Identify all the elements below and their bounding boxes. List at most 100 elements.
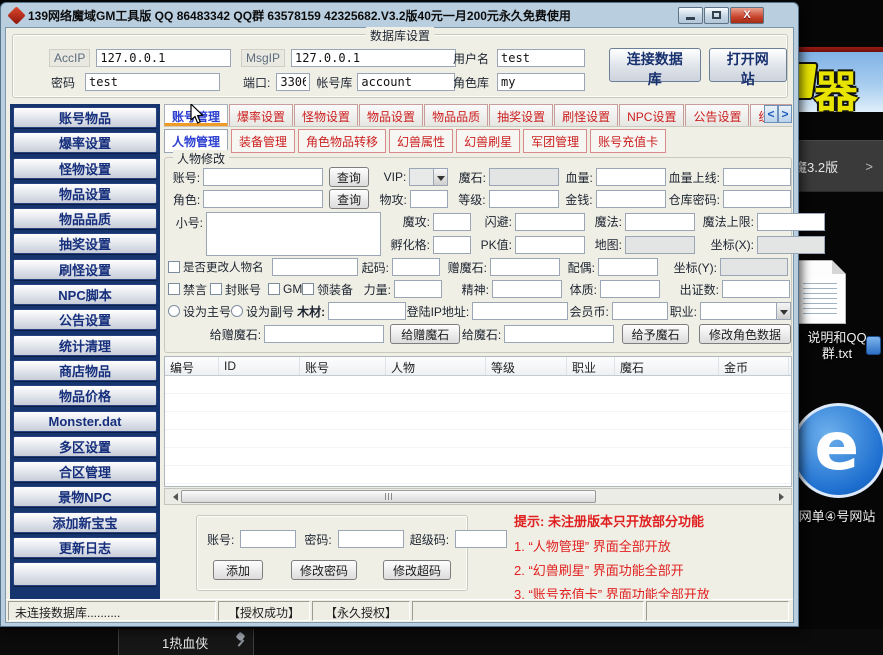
tab-row1-1[interactable]: 爆率设置	[229, 104, 293, 126]
mute-checkbox[interactable]	[168, 283, 180, 295]
accip-input[interactable]	[96, 49, 231, 67]
sidebar-item-13[interactable]: 多区设置	[13, 436, 157, 457]
table-header-7[interactable]: 金币	[719, 357, 789, 375]
set-sub-radio-group[interactable]: 设为副号	[231, 303, 294, 320]
dodge-input[interactable]	[515, 213, 585, 231]
spirit-input[interactable]	[492, 280, 562, 298]
table-header-4[interactable]: 等级	[486, 357, 567, 375]
sidebar-item-18[interactable]	[13, 562, 157, 586]
gm-checkbox-group[interactable]: GM	[268, 282, 302, 296]
sidebar-item-17[interactable]: 更新日志	[13, 537, 157, 558]
folder-label[interactable]: 1热血侠	[162, 633, 208, 652]
modify-role-data-button[interactable]: 修改角色数据	[699, 324, 791, 344]
gm-checkbox[interactable]	[268, 283, 280, 295]
sidebar-item-12[interactable]: Monster.dat	[13, 411, 157, 432]
open-website-button[interactable]: 打开网站	[709, 48, 787, 82]
moshi-input[interactable]	[489, 168, 559, 186]
tab-row2-3[interactable]: 幻兽属性	[389, 129, 453, 153]
change-password-button[interactable]: 修改密码	[291, 560, 357, 580]
connect-db-button[interactable]: 连接数据库	[609, 48, 701, 82]
tab-row1-7[interactable]: NPC设置	[619, 104, 684, 126]
set-sub-radio[interactable]	[231, 305, 243, 317]
give-moshi-button[interactable]: 给予魔石	[622, 324, 689, 344]
qima-input[interactable]	[392, 258, 440, 276]
tab-row2-2[interactable]: 角色物品转移	[298, 129, 386, 153]
tab-scroll-left-icon[interactable]: <	[764, 105, 778, 123]
sidebar-item-11[interactable]: 物品价格	[13, 385, 157, 406]
text-file-icon[interactable]	[796, 260, 846, 324]
tab-scroll-right-icon[interactable]: >	[778, 105, 792, 123]
role-db-input[interactable]	[497, 73, 585, 91]
acct-supercode-input[interactable]	[455, 530, 507, 548]
minimize-button[interactable]	[678, 7, 703, 24]
add-account-button[interactable]: 添加	[213, 560, 263, 580]
query-role-button[interactable]: 查询	[329, 189, 369, 209]
scroll-left-arrow-icon[interactable]	[165, 489, 181, 504]
member-coin-input[interactable]	[612, 302, 668, 320]
sidebar-item-9[interactable]: 统计清理	[13, 335, 157, 356]
set-main-radio-group[interactable]: 设为主号	[168, 303, 231, 320]
table-header-6[interactable]: 魔石	[615, 357, 719, 375]
table-header-1[interactable]: ID	[219, 357, 300, 375]
tab-row1-3[interactable]: 物品设置	[359, 104, 423, 126]
gift-moshi-count-input[interactable]	[490, 258, 560, 276]
chuzheng-input[interactable]	[722, 280, 790, 298]
username-input[interactable]	[497, 49, 585, 67]
scroll-right-arrow-icon[interactable]	[775, 489, 791, 504]
sidebar-item-3[interactable]: 物品设置	[13, 183, 157, 204]
spouse-input[interactable]	[598, 258, 658, 276]
query-account-button[interactable]: 查询	[329, 167, 369, 187]
table-header-0[interactable]: 编号	[165, 357, 219, 375]
table-header-3[interactable]: 人物	[386, 357, 486, 375]
tab-row1-6[interactable]: 刷怪设置	[554, 104, 618, 126]
storage-pw-input[interactable]	[723, 190, 791, 208]
alt-accounts-textarea[interactable]	[206, 212, 381, 256]
close-button[interactable]: X	[730, 7, 764, 24]
coord-x-input[interactable]	[757, 236, 825, 254]
password-input[interactable]	[85, 73, 220, 91]
mp-input[interactable]	[625, 213, 695, 231]
role-query-input[interactable]	[203, 190, 323, 208]
tab-row1-4[interactable]: 物品品质	[424, 104, 488, 126]
tab-row1-5[interactable]: 抽奖设置	[489, 104, 553, 126]
account-db-input[interactable]	[357, 73, 455, 91]
coord-y-input[interactable]	[720, 258, 788, 276]
sidebar-item-4[interactable]: 物品品质	[13, 208, 157, 229]
tab-row2-6[interactable]: 账号充值卡	[590, 129, 666, 153]
pin-icon[interactable]	[234, 633, 246, 647]
tab-row2-4[interactable]: 幻兽刷星	[456, 129, 520, 153]
jump-list-item[interactable]: 魔3.2版 >	[798, 140, 883, 192]
sidebar-item-0[interactable]: 账号物品	[13, 107, 157, 128]
mp-cap-input[interactable]	[757, 213, 825, 231]
hp-cap-input[interactable]	[723, 168, 791, 186]
table-row[interactable]	[165, 448, 791, 466]
wood-input[interactable]	[328, 302, 406, 320]
partial-desktop-icon[interactable]	[866, 336, 881, 355]
tab-row1-2[interactable]: 怪物设置	[294, 104, 358, 126]
sidebar-item-8[interactable]: 公告设置	[13, 309, 157, 330]
vip-dropdown[interactable]	[409, 168, 448, 186]
scrollbar-track[interactable]	[596, 489, 775, 504]
acct-password-input[interactable]	[338, 530, 404, 548]
tab-row1-8[interactable]: 公告设置	[685, 104, 749, 126]
set-main-radio[interactable]	[168, 305, 180, 317]
give-gift-moshi-button[interactable]: 给赠魔石	[390, 324, 460, 344]
hp-input[interactable]	[596, 168, 666, 186]
change-supercode-button[interactable]: 修改超码	[383, 560, 451, 580]
port-input[interactable]	[276, 73, 310, 91]
ban-checkbox[interactable]	[210, 283, 222, 295]
rename-checkbox[interactable]	[168, 261, 180, 273]
tab-row2-1[interactable]: 装备管理	[231, 129, 295, 153]
browser-icon[interactable]: e	[791, 403, 883, 498]
sidebar-item-10[interactable]: 商店物品	[13, 360, 157, 381]
table-header-5[interactable]: 职业	[567, 357, 615, 375]
rename-checkbox-group[interactable]: 是否更改人物名	[168, 259, 272, 275]
sidebar-item-15[interactable]: 景物NPC	[13, 486, 157, 507]
sidebar-item-6[interactable]: 刷怪设置	[13, 259, 157, 280]
equip-checkbox[interactable]	[302, 283, 314, 295]
login-ip-input[interactable]	[472, 302, 568, 320]
table-row[interactable]	[165, 430, 791, 448]
pk-input[interactable]	[515, 236, 585, 254]
equip-checkbox-group[interactable]: 领装备	[302, 281, 360, 298]
sidebar-item-7[interactable]: NPC脚本	[13, 284, 157, 305]
